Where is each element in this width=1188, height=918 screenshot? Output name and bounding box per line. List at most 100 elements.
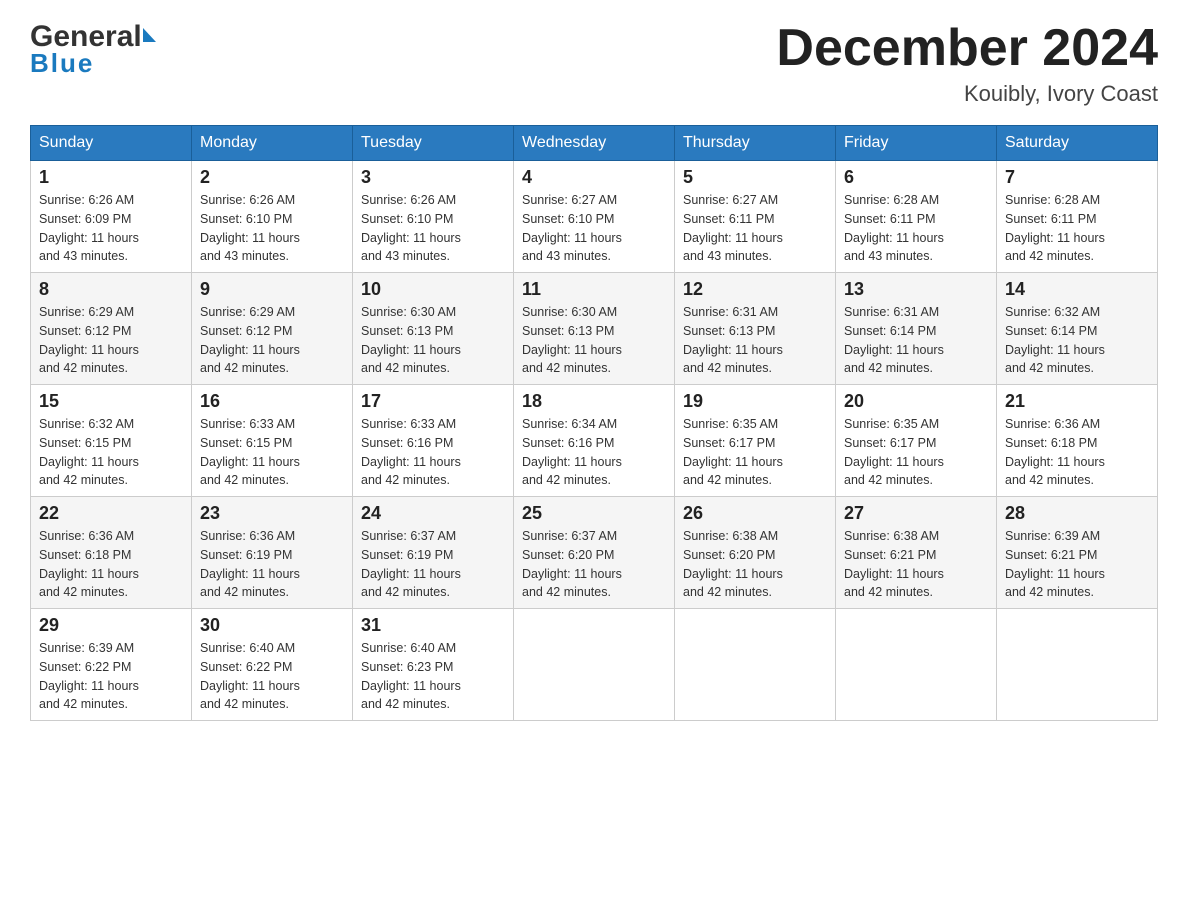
day-info: Sunrise: 6:39 AM Sunset: 6:21 PM Dayligh…: [1005, 527, 1149, 602]
day-number: 30: [200, 615, 344, 636]
day-number: 4: [522, 167, 666, 188]
day-info: Sunrise: 6:28 AM Sunset: 6:11 PM Dayligh…: [1005, 191, 1149, 266]
day-number: 15: [39, 391, 183, 412]
day-number: 11: [522, 279, 666, 300]
day-number: 31: [361, 615, 505, 636]
calendar-cell: 5 Sunrise: 6:27 AM Sunset: 6:11 PM Dayli…: [675, 161, 836, 273]
day-number: 21: [1005, 391, 1149, 412]
calendar-cell: 30 Sunrise: 6:40 AM Sunset: 6:22 PM Dayl…: [192, 609, 353, 721]
calendar-cell: 28 Sunrise: 6:39 AM Sunset: 6:21 PM Dayl…: [997, 497, 1158, 609]
calendar-cell: 20 Sunrise: 6:35 AM Sunset: 6:17 PM Dayl…: [836, 385, 997, 497]
day-number: 7: [1005, 167, 1149, 188]
day-number: 10: [361, 279, 505, 300]
day-info: Sunrise: 6:27 AM Sunset: 6:11 PM Dayligh…: [683, 191, 827, 266]
day-number: 2: [200, 167, 344, 188]
weekday-header-saturday: Saturday: [997, 126, 1158, 161]
day-info: Sunrise: 6:30 AM Sunset: 6:13 PM Dayligh…: [361, 303, 505, 378]
day-number: 13: [844, 279, 988, 300]
weekday-header-wednesday: Wednesday: [514, 126, 675, 161]
calendar-cell: 23 Sunrise: 6:36 AM Sunset: 6:19 PM Dayl…: [192, 497, 353, 609]
day-number: 27: [844, 503, 988, 524]
day-number: 20: [844, 391, 988, 412]
day-number: 1: [39, 167, 183, 188]
day-number: 25: [522, 503, 666, 524]
day-info: Sunrise: 6:29 AM Sunset: 6:12 PM Dayligh…: [39, 303, 183, 378]
day-info: Sunrise: 6:33 AM Sunset: 6:15 PM Dayligh…: [200, 415, 344, 490]
calendar-cell: 15 Sunrise: 6:32 AM Sunset: 6:15 PM Dayl…: [31, 385, 192, 497]
calendar-week-row: 8 Sunrise: 6:29 AM Sunset: 6:12 PM Dayli…: [31, 273, 1158, 385]
weekday-header-friday: Friday: [836, 126, 997, 161]
day-number: 22: [39, 503, 183, 524]
page-subtitle: Kouibly, Ivory Coast: [776, 81, 1158, 107]
day-info: Sunrise: 6:30 AM Sunset: 6:13 PM Dayligh…: [522, 303, 666, 378]
calendar-cell: [997, 609, 1158, 721]
day-info: Sunrise: 6:36 AM Sunset: 6:18 PM Dayligh…: [39, 527, 183, 602]
day-info: Sunrise: 6:39 AM Sunset: 6:22 PM Dayligh…: [39, 639, 183, 714]
calendar-cell: 18 Sunrise: 6:34 AM Sunset: 6:16 PM Dayl…: [514, 385, 675, 497]
calendar-cell: 19 Sunrise: 6:35 AM Sunset: 6:17 PM Dayl…: [675, 385, 836, 497]
calendar-cell: 24 Sunrise: 6:37 AM Sunset: 6:19 PM Dayl…: [353, 497, 514, 609]
title-area: December 2024 Kouibly, Ivory Coast: [776, 20, 1158, 107]
weekday-header-sunday: Sunday: [31, 126, 192, 161]
calendar-cell: [675, 609, 836, 721]
day-info: Sunrise: 6:35 AM Sunset: 6:17 PM Dayligh…: [844, 415, 988, 490]
calendar-cell: 11 Sunrise: 6:30 AM Sunset: 6:13 PM Dayl…: [514, 273, 675, 385]
day-info: Sunrise: 6:34 AM Sunset: 6:16 PM Dayligh…: [522, 415, 666, 490]
calendar-cell: 26 Sunrise: 6:38 AM Sunset: 6:20 PM Dayl…: [675, 497, 836, 609]
day-number: 26: [683, 503, 827, 524]
calendar-cell: 27 Sunrise: 6:38 AM Sunset: 6:21 PM Dayl…: [836, 497, 997, 609]
day-info: Sunrise: 6:36 AM Sunset: 6:18 PM Dayligh…: [1005, 415, 1149, 490]
calendar-cell: 2 Sunrise: 6:26 AM Sunset: 6:10 PM Dayli…: [192, 161, 353, 273]
day-info: Sunrise: 6:38 AM Sunset: 6:21 PM Dayligh…: [844, 527, 988, 602]
day-info: Sunrise: 6:27 AM Sunset: 6:10 PM Dayligh…: [522, 191, 666, 266]
calendar-cell: 3 Sunrise: 6:26 AM Sunset: 6:10 PM Dayli…: [353, 161, 514, 273]
day-number: 23: [200, 503, 344, 524]
day-number: 17: [361, 391, 505, 412]
day-info: Sunrise: 6:40 AM Sunset: 6:22 PM Dayligh…: [200, 639, 344, 714]
day-number: 9: [200, 279, 344, 300]
day-info: Sunrise: 6:32 AM Sunset: 6:15 PM Dayligh…: [39, 415, 183, 490]
day-number: 19: [683, 391, 827, 412]
day-info: Sunrise: 6:36 AM Sunset: 6:19 PM Dayligh…: [200, 527, 344, 602]
day-info: Sunrise: 6:26 AM Sunset: 6:10 PM Dayligh…: [200, 191, 344, 266]
calendar-cell: 29 Sunrise: 6:39 AM Sunset: 6:22 PM Dayl…: [31, 609, 192, 721]
day-info: Sunrise: 6:28 AM Sunset: 6:11 PM Dayligh…: [844, 191, 988, 266]
day-info: Sunrise: 6:26 AM Sunset: 6:09 PM Dayligh…: [39, 191, 183, 266]
day-number: 8: [39, 279, 183, 300]
day-number: 28: [1005, 503, 1149, 524]
day-info: Sunrise: 6:40 AM Sunset: 6:23 PM Dayligh…: [361, 639, 505, 714]
calendar-cell: 25 Sunrise: 6:37 AM Sunset: 6:20 PM Dayl…: [514, 497, 675, 609]
day-number: 3: [361, 167, 505, 188]
weekday-header-thursday: Thursday: [675, 126, 836, 161]
day-number: 14: [1005, 279, 1149, 300]
day-info: Sunrise: 6:33 AM Sunset: 6:16 PM Dayligh…: [361, 415, 505, 490]
day-info: Sunrise: 6:31 AM Sunset: 6:13 PM Dayligh…: [683, 303, 827, 378]
day-number: 29: [39, 615, 183, 636]
day-info: Sunrise: 6:26 AM Sunset: 6:10 PM Dayligh…: [361, 191, 505, 266]
weekday-header-tuesday: Tuesday: [353, 126, 514, 161]
calendar-cell: 10 Sunrise: 6:30 AM Sunset: 6:13 PM Dayl…: [353, 273, 514, 385]
logo-blue: Blue: [30, 48, 94, 79]
calendar-table: SundayMondayTuesdayWednesdayThursdayFrid…: [30, 125, 1158, 721]
calendar-cell: 21 Sunrise: 6:36 AM Sunset: 6:18 PM Dayl…: [997, 385, 1158, 497]
page-header: General Blue December 2024 Kouibly, Ivor…: [30, 20, 1158, 107]
calendar-cell: [836, 609, 997, 721]
calendar-week-row: 15 Sunrise: 6:32 AM Sunset: 6:15 PM Dayl…: [31, 385, 1158, 497]
day-number: 6: [844, 167, 988, 188]
calendar-cell: 14 Sunrise: 6:32 AM Sunset: 6:14 PM Dayl…: [997, 273, 1158, 385]
day-info: Sunrise: 6:29 AM Sunset: 6:12 PM Dayligh…: [200, 303, 344, 378]
weekday-header-monday: Monday: [192, 126, 353, 161]
day-info: Sunrise: 6:35 AM Sunset: 6:17 PM Dayligh…: [683, 415, 827, 490]
day-number: 16: [200, 391, 344, 412]
calendar-cell: 31 Sunrise: 6:40 AM Sunset: 6:23 PM Dayl…: [353, 609, 514, 721]
day-info: Sunrise: 6:37 AM Sunset: 6:19 PM Dayligh…: [361, 527, 505, 602]
calendar-cell: 9 Sunrise: 6:29 AM Sunset: 6:12 PM Dayli…: [192, 273, 353, 385]
logo: General Blue: [30, 20, 156, 79]
weekday-header-row: SundayMondayTuesdayWednesdayThursdayFrid…: [31, 126, 1158, 161]
calendar-cell: [514, 609, 675, 721]
calendar-cell: 16 Sunrise: 6:33 AM Sunset: 6:15 PM Dayl…: [192, 385, 353, 497]
day-number: 24: [361, 503, 505, 524]
calendar-cell: 17 Sunrise: 6:33 AM Sunset: 6:16 PM Dayl…: [353, 385, 514, 497]
calendar-cell: 13 Sunrise: 6:31 AM Sunset: 6:14 PM Dayl…: [836, 273, 997, 385]
page-title: December 2024: [776, 20, 1158, 77]
